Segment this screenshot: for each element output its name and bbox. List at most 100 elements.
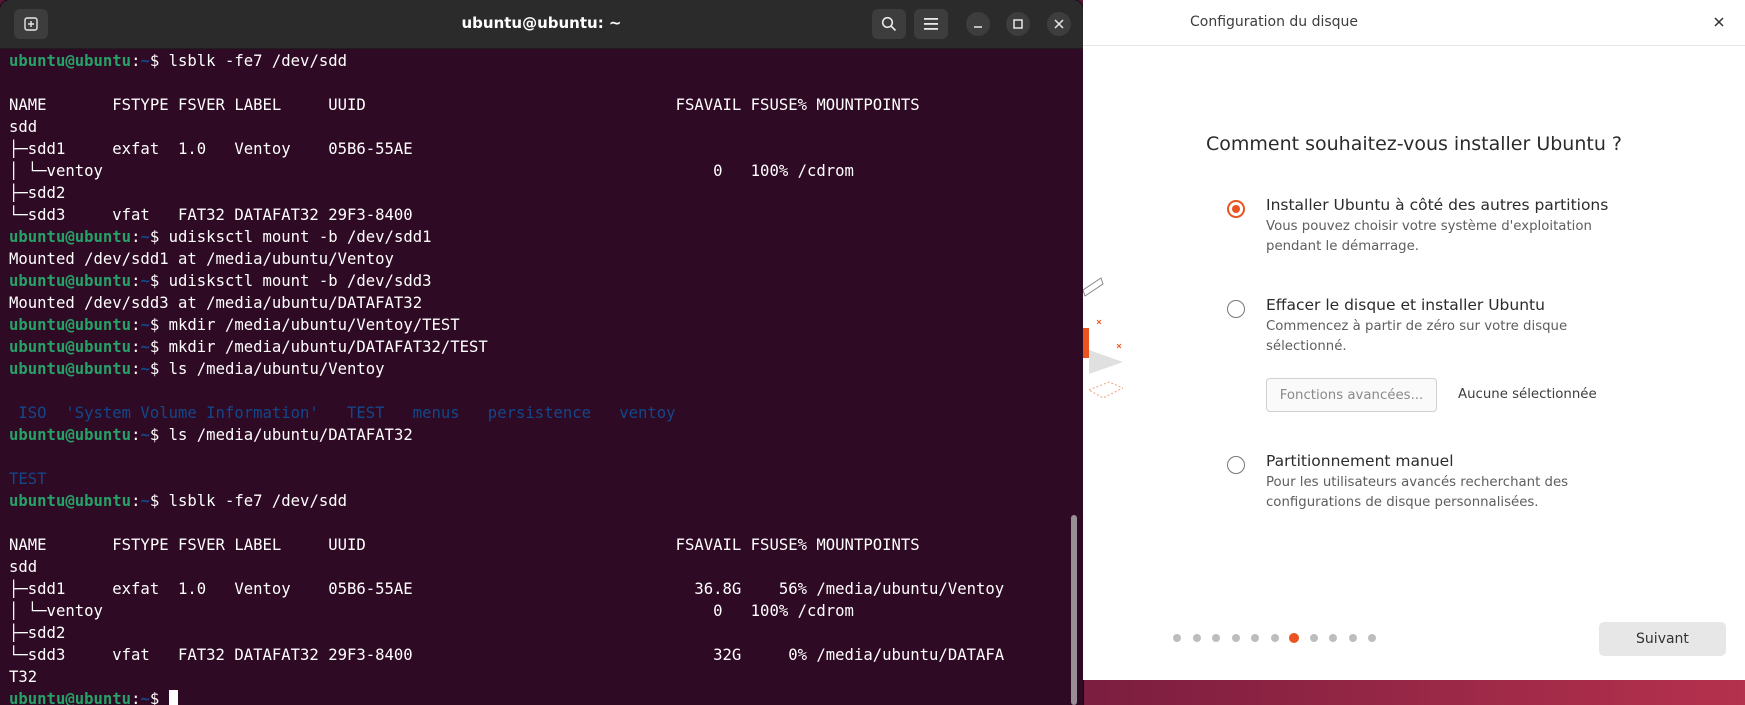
- prompt-symbol: $: [149, 360, 169, 378]
- terminal-command: lsblk -fe7 /dev/sdd: [168, 492, 348, 510]
- terminal-command: mkdir /media/ubuntu/Ventoy/TEST: [168, 316, 460, 334]
- option-install-alongside-radio[interactable]: [1227, 200, 1245, 218]
- prompt-user: ubuntu@ubuntu: [9, 690, 132, 705]
- maximize-button[interactable]: [1006, 12, 1030, 36]
- terminal-command: lsblk -fe7 /dev/sdd: [168, 52, 348, 70]
- terminal-prompt-line: ubuntu@ubuntu:~$ udisksctl mount -b /dev…: [9, 270, 1069, 292]
- close-icon: [1054, 19, 1064, 29]
- terminal-output-line: ├─sdd2: [9, 184, 66, 202]
- prompt-user: ubuntu@ubuntu: [9, 360, 132, 378]
- option-install-alongside-title[interactable]: Installer Ubuntu à côté des autres parti…: [1266, 196, 1608, 214]
- step-dot: [1212, 634, 1220, 642]
- terminal-command: udisksctl mount -b /dev/sdd1: [168, 228, 432, 246]
- terminal-prompt-line: ubuntu@ubuntu:~$: [9, 688, 1069, 705]
- prompt-user: ubuntu@ubuntu: [9, 338, 132, 356]
- terminal-prompt-line: ubuntu@ubuntu:~$ mkdir /media/ubuntu/Ven…: [9, 314, 1069, 336]
- terminal-scrollbar[interactable]: [1071, 515, 1077, 705]
- installer-close-button[interactable]: [1707, 10, 1731, 34]
- terminal-window[interactable]: ubuntu@ubuntu: ~ ubuntu@ubuntu:~$ lsblk …: [0, 0, 1083, 705]
- prompt-symbol: $: [149, 492, 169, 510]
- terminal-prompt-line: ubuntu@ubuntu:~$ udisksctl mount -b /dev…: [9, 226, 1069, 248]
- close-button[interactable]: [1047, 12, 1071, 36]
- option-manual-partition-title[interactable]: Partitionnement manuel: [1266, 452, 1454, 470]
- close-icon: [1714, 17, 1724, 27]
- advanced-features-status: Aucune sélectionnée: [1458, 387, 1597, 402]
- installer-title: Configuration du disque: [1190, 14, 1359, 30]
- terminal-output-line: │ └─ventoy 0 100% /cdrom: [9, 162, 854, 180]
- terminal-prompt-line: ubuntu@ubuntu:~$ lsblk -fe7 /dev/sdd: [9, 50, 1069, 72]
- desktop-background: [1070, 680, 1745, 705]
- step-dot: [1251, 634, 1259, 642]
- prompt-path: ~: [140, 426, 150, 444]
- terminal-command: ls /media/ubuntu/DATAFAT32: [168, 426, 413, 444]
- prompt-symbol: $: [149, 52, 169, 70]
- terminal-dir-listing: TEST: [9, 470, 47, 488]
- step-dot: [1173, 634, 1181, 642]
- prompt-symbol: $: [149, 272, 169, 290]
- terminal-output-line: │ └─ventoy 0 100% /cdrom: [9, 602, 854, 620]
- option-install-alongside-desc: Vous pouvez choisir votre système d'expl…: [1266, 219, 1592, 254]
- prompt-path: ~: [140, 316, 150, 334]
- terminal-output-line: Mounted /dev/sdd3 at /media/ubuntu/DATAF…: [9, 294, 423, 312]
- step-dot: [1348, 634, 1357, 642]
- terminal-output-line: sdd: [9, 118, 38, 136]
- prompt-path: ~: [140, 492, 150, 510]
- terminal-output-line: NAME FSTYPE FSVER LABEL UUID FSAVAIL FSU…: [9, 536, 920, 554]
- search-icon: [881, 16, 897, 32]
- terminal-prompt-line: ubuntu@ubuntu:~$ ls /media/ubuntu/DATAFA…: [9, 424, 1069, 446]
- prompt-path: ~: [140, 690, 150, 705]
- next-button[interactable]: Suivant: [1599, 622, 1726, 656]
- prompt-symbol: $: [149, 690, 169, 705]
- installer-window: Configuration du disque Comment souhaite…: [1083, 0, 1745, 680]
- terminal-output-line: ├─sdd1 exfat 1.0 Ventoy 05B6-55AE 36.8G …: [9, 580, 1005, 598]
- terminal-prompt-line: ubuntu@ubuntu:~$ mkdir /media/ubuntu/DAT…: [9, 336, 1069, 358]
- terminal-command: mkdir /media/ubuntu/DATAFAT32/TEST: [168, 338, 488, 356]
- option-manual-partition-radio[interactable]: [1227, 456, 1245, 474]
- step-dot-active: [1289, 633, 1299, 643]
- prompt-user: ubuntu@ubuntu: [9, 272, 132, 290]
- step-dot: [1192, 634, 1201, 642]
- prompt-user: ubuntu@ubuntu: [9, 316, 132, 334]
- terminal-prompt-line: ubuntu@ubuntu:~$ ls /media/ubuntu/Ventoy: [9, 358, 1069, 380]
- step-dot: [1368, 634, 1376, 642]
- terminal-command: ls /media/ubuntu/Ventoy: [168, 360, 385, 378]
- prompt-user: ubuntu@ubuntu: [9, 228, 132, 246]
- option-erase-disk-desc: Commencez à partir de zéro sur votre dis…: [1266, 319, 1568, 354]
- terminal-command: udisksctl mount -b /dev/sdd3: [168, 272, 432, 290]
- terminal-output-line: NAME FSTYPE FSVER LABEL UUID FSAVAIL FSU…: [9, 96, 920, 114]
- terminal-cursor[interactable]: [168, 690, 178, 705]
- advanced-features-button[interactable]: Fonctions avancées...: [1266, 378, 1437, 412]
- prompt-path: ~: [140, 228, 150, 246]
- minimize-button[interactable]: [966, 12, 990, 36]
- terminal-output-line: Mounted /dev/sdd1 at /media/ubuntu/Vento…: [9, 250, 394, 268]
- prompt-user: ubuntu@ubuntu: [9, 52, 132, 70]
- terminal-output-line: ├─sdd2: [9, 624, 66, 642]
- minimize-icon: [974, 26, 982, 28]
- maximize-icon: [1013, 19, 1023, 29]
- hamburger-menu-icon: [924, 18, 938, 30]
- terminal-output-line: sdd: [9, 558, 38, 576]
- step-dot: [1329, 634, 1337, 642]
- disk-illustration: [1083, 277, 1123, 399]
- menu-button[interactable]: [914, 9, 948, 39]
- terminal-output-line: └─sdd3 vfat FAT32 DATAFAT32 29F3-8400: [9, 206, 413, 224]
- option-erase-disk-title[interactable]: Effacer le disque et installer Ubuntu: [1266, 296, 1545, 314]
- search-button[interactable]: [872, 9, 906, 39]
- terminal-output-line: └─sdd3 vfat FAT32 DATAFAT32 29F3-8400 32…: [9, 646, 1005, 664]
- terminal-dir-listing: ISO 'System Volume Information' TEST men…: [9, 404, 676, 422]
- step-dot: [1231, 634, 1240, 642]
- prompt-symbol: $: [149, 338, 169, 356]
- prompt-path: ~: [140, 52, 150, 70]
- terminal-header-bar[interactable]: ubuntu@ubuntu: ~: [0, 0, 1083, 49]
- prompt-path: ~: [140, 272, 150, 290]
- terminal-output[interactable]: ubuntu@ubuntu:~$ lsblk -fe7 /dev/sdd NAME…: [9, 50, 1069, 705]
- terminal-output-line: ├─sdd1 exfat 1.0 Ventoy 05B6-55AE: [9, 140, 413, 158]
- prompt-symbol: $: [149, 316, 169, 334]
- step-dot: [1270, 634, 1279, 642]
- option-erase-disk-radio[interactable]: [1227, 300, 1245, 318]
- option-manual-partition-desc: Pour les utilisateurs avancés recherchan…: [1266, 475, 1569, 510]
